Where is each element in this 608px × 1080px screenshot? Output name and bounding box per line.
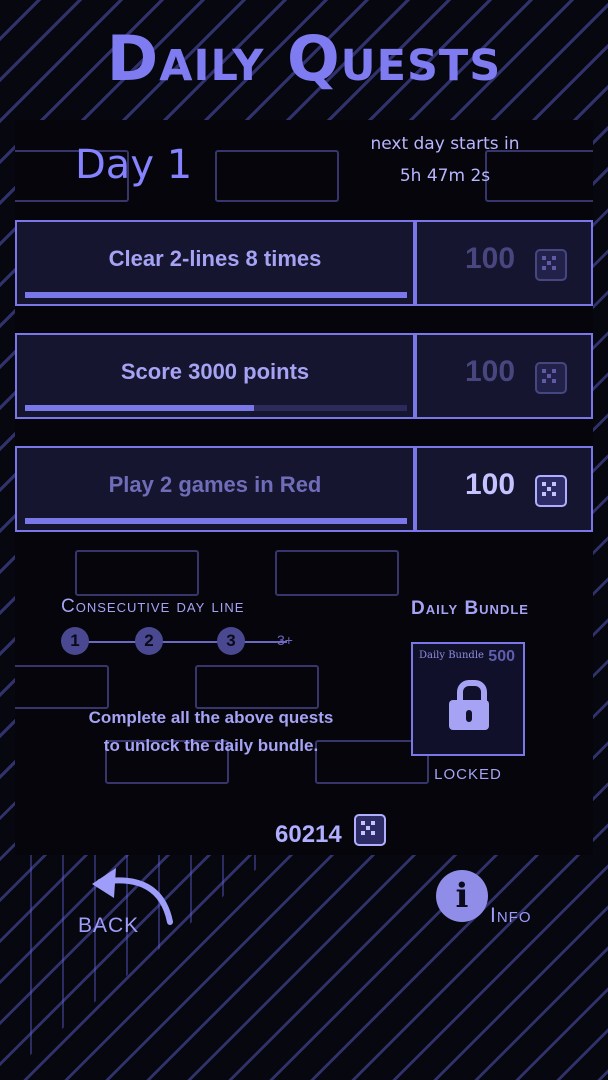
quest-row-3[interactable]: Play 2 games in Red 100	[15, 446, 593, 532]
daily-bundle-title: Daily Bundle	[411, 598, 529, 619]
quest-label: Clear 2-lines 8 times	[108, 246, 322, 271]
quest-reward-value: 100	[465, 468, 516, 501]
next-day-timer: next day starts in 5h 47m 2s	[335, 128, 555, 192]
streak-day-3: 3	[217, 627, 245, 655]
brick-decoration	[215, 150, 339, 202]
quest-reward-value: 100	[465, 242, 516, 275]
coin-icon	[535, 362, 567, 394]
streak-more: 3+	[277, 632, 293, 648]
quest-progress-bar	[25, 292, 407, 298]
coin-balance: 60214	[275, 810, 387, 849]
brick-decoration	[75, 550, 199, 596]
quest-row-2[interactable]: Score 3000 points 100	[15, 333, 593, 419]
next-day-label: next day starts in	[370, 134, 520, 154]
coin-icon	[535, 475, 567, 507]
coin-balance-value: 60214	[275, 821, 342, 848]
quest-reward-box[interactable]: 100	[415, 333, 593, 419]
back-button[interactable]: Back	[70, 862, 190, 942]
info-icon: i	[436, 870, 488, 922]
brick-decoration	[195, 665, 319, 709]
hint-line-2: to unlock the daily bundle.	[103, 736, 319, 755]
quest-row-1[interactable]: Clear 2-lines 8 times 100	[15, 220, 593, 306]
quest-label: Score 3000 points	[120, 359, 310, 384]
consecutive-day-title: Consecutive day line	[61, 596, 245, 617]
quest-reward-value: 100	[465, 355, 516, 388]
day-label: Day 1	[75, 142, 193, 188]
quest-progress-fill	[25, 518, 407, 524]
coin-icon	[354, 814, 387, 846]
quest-description-box: Play 2 games in Red	[15, 446, 415, 532]
quest-progress-bar	[25, 405, 407, 411]
coin-icon	[535, 249, 567, 281]
back-label: Back	[78, 914, 140, 937]
streak-day-1: 1	[61, 627, 89, 655]
bundle-price: 500	[488, 648, 515, 665]
quest-progress-fill	[25, 292, 407, 298]
streak-day-2: 2	[135, 627, 163, 655]
brick-decoration	[15, 665, 109, 709]
quest-progress-bar	[25, 518, 407, 524]
quest-description-box: Clear 2-lines 8 times	[15, 220, 415, 306]
bundle-hint: Complete all the above quests to unlock …	[75, 704, 347, 760]
streak-line	[75, 641, 287, 643]
info-label: Info	[490, 904, 532, 927]
quests-panel: Day 1 next day starts in 5h 47m 2s Clear…	[15, 120, 593, 855]
hint-line-1: Complete all the above quests	[88, 708, 334, 727]
quest-reward-box[interactable]: 100	[415, 446, 593, 532]
quest-progress-fill	[25, 405, 255, 411]
info-button[interactable]: i Info	[434, 868, 554, 938]
quest-description-box: Score 3000 points	[15, 333, 415, 419]
lock-keyhole	[466, 710, 472, 722]
quest-label: Play 2 games in Red	[108, 472, 322, 497]
countdown: 5h 47m 2s	[399, 166, 491, 186]
daily-bundle-card[interactable]: Daily Bundle 500	[411, 642, 525, 756]
bundle-status: LOCKED	[434, 766, 502, 783]
bundle-card-name: Daily Bundle	[419, 650, 484, 661]
brick-decoration	[275, 550, 399, 596]
page-title: Daily Quests	[106, 22, 502, 95]
quest-reward-box[interactable]: 100	[415, 220, 593, 306]
